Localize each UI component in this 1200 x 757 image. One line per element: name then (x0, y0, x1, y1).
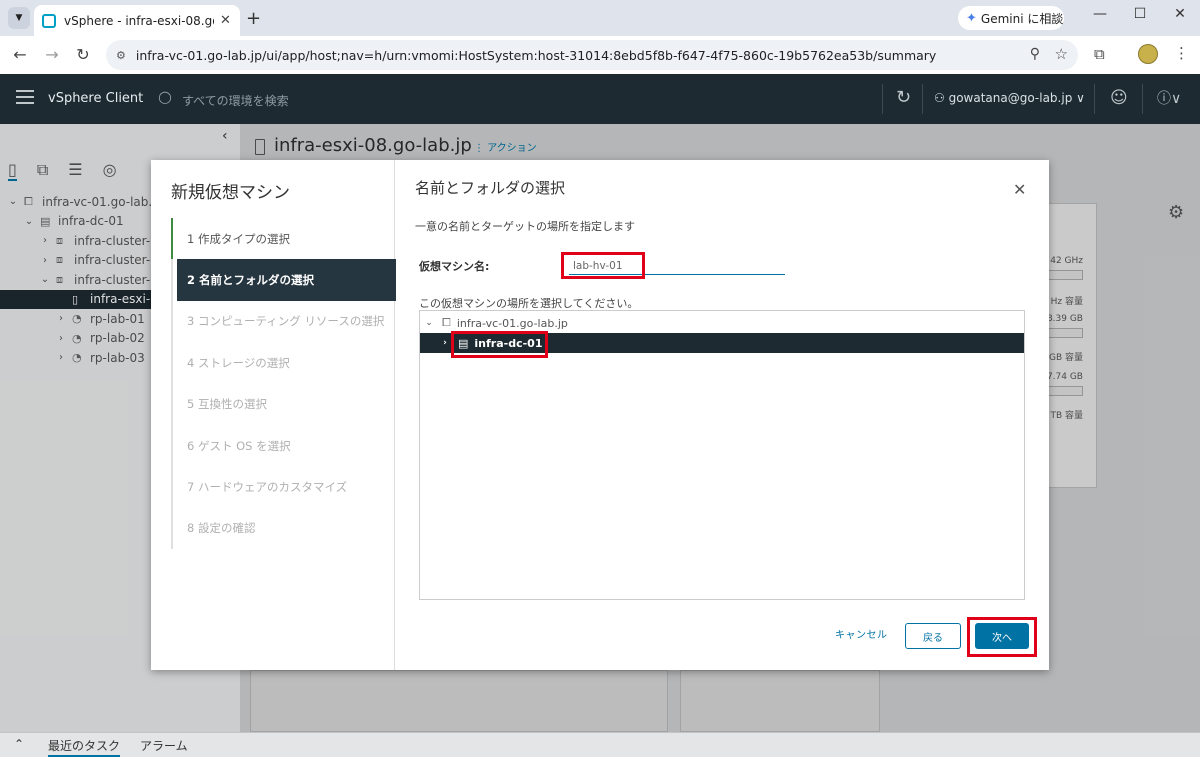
user-menu[interactable]: ⚇ gowatana@go-lab.jp ∨ (934, 91, 1085, 105)
highlight-box (967, 617, 1037, 657)
header-divider (882, 84, 883, 114)
maximize-icon[interactable]: ☐ (1130, 6, 1150, 22)
refresh-icon[interactable]: ↻ (896, 87, 911, 108)
user-name: gowatana@go-lab.jp ∨ (948, 91, 1085, 105)
location-label: この仮想マシンの場所を選択してください。 (419, 297, 639, 310)
window-close-icon[interactable]: ✕ (1170, 6, 1190, 22)
back-button[interactable]: 戻る (905, 623, 961, 649)
forward-arrow-icon[interactable]: → (42, 45, 62, 64)
new-vm-wizard-dialog: 新規仮想マシン 1 作成タイプの選択 2 名前とフォルダの選択 3 コンピューティン… (151, 160, 1049, 670)
reload-icon[interactable]: ↻ (73, 45, 93, 64)
new-tab-button[interactable]: + (246, 8, 261, 29)
vsphere-favicon-icon (42, 13, 56, 28)
wizard-step-1[interactable]: 1 作成タイプの選択 (171, 218, 395, 260)
tab-title: vSphere - infra-esxi-08.go-lab.jp (64, 13, 214, 28)
global-search-input[interactable]: すべての環境を検索 (182, 92, 289, 109)
search-icon[interactable]: ○ (158, 87, 172, 106)
bookmark-star-icon[interactable]: ☆ (1055, 45, 1068, 63)
tab-alarms[interactable]: アラーム (140, 737, 188, 754)
step-title: 名前とフォルダの選択 (415, 179, 566, 197)
address-bar: ← → ↻ ⚙ infra-vc-01.go-lab.jp/ui/app/hos… (0, 36, 1200, 74)
app-brand: vSphere Client (48, 91, 144, 106)
gemini-label: Gemini に相談 (980, 11, 1064, 26)
location-node-label: infra-vc-01.go-lab.jp (456, 316, 568, 330)
gemini-sparkle-icon: ✦ (966, 10, 977, 26)
vcenter-icon: ⧠ (442, 316, 451, 329)
profile-avatar[interactable] (1138, 44, 1158, 64)
tab-search-chevron-icon[interactable]: ▼ (8, 7, 30, 29)
gemini-button[interactable]: ✦ Gemini に相談 (958, 6, 1064, 30)
site-info-icon[interactable]: ⚙ (116, 49, 126, 62)
step-description: 一意の名前とターゲットの場所を指定します (415, 220, 635, 233)
tab-recent-tasks[interactable]: 最近のタスク (48, 737, 121, 757)
highlight-box (561, 252, 645, 279)
tab-close-icon[interactable]: ✕ (220, 13, 231, 28)
extensions-icon[interactable]: ⧉ (1094, 45, 1105, 63)
chevron-right-icon[interactable]: › (440, 338, 450, 348)
vsphere-header: vSphere Client ○ すべての環境を検索 ↻ ⚇ gowatana@… (0, 74, 1200, 124)
wizard-content: 名前とフォルダの選択 ✕ 一意の名前とターゲットの場所を指定します 仮想マシン名… (395, 160, 1049, 670)
zoom-icon[interactable]: ⚲ (1030, 46, 1040, 62)
hamburger-menu-icon[interactable] (16, 90, 34, 104)
browser-tab[interactable]: vSphere - infra-esxi-08.go-lab.jp ✕ (34, 5, 240, 36)
back-arrow-icon[interactable]: ← (10, 45, 30, 64)
wizard-step-4: 4 ストレージの選択 (187, 355, 290, 370)
url-field[interactable]: ⚙ infra-vc-01.go-lab.jp/ui/app/host;nav=… (106, 40, 1078, 70)
chevron-down-icon[interactable]: ⌄ (424, 318, 434, 328)
url-text: infra-vc-01.go-lab.jp/ui/app/host;nav=h/… (135, 47, 937, 63)
header-divider (922, 84, 923, 114)
expand-up-icon[interactable]: ⌃ (14, 737, 24, 751)
bottom-bar: ⌃ 最近のタスク アラーム (0, 732, 1200, 757)
wizard-step-nav: 新規仮想マシン 1 作成タイプの選択 2 名前とフォルダの選択 3 コンピューティン… (151, 160, 396, 670)
location-tree-node[interactable]: ⌄ ⧠ infra-vc-01.go-lab.jp (420, 313, 1024, 333)
wizard-step-3: 3 コンピューティング リソースの選択 (187, 314, 385, 329)
feedback-smile-icon[interactable]: ☺ (1110, 88, 1128, 108)
close-icon[interactable]: ✕ (1013, 180, 1026, 199)
help-icon[interactable]: ⓘ∨ (1157, 88, 1181, 108)
header-divider (1142, 84, 1143, 114)
browser-menu-icon[interactable]: ⋮ (1174, 44, 1189, 62)
user-icon: ⚇ (934, 91, 949, 105)
wizard-step-2[interactable]: 2 名前とフォルダの選択 (177, 259, 396, 301)
cancel-button[interactable]: キャンセル (835, 626, 888, 641)
wizard-step-7: 7 ハードウェアのカスタマイズ (187, 480, 348, 495)
wizard-steps: 1 作成タイプの選択 2 名前とフォルダの選択 3 コンピューティング リソースの選… (171, 218, 396, 550)
browser-tab-bar: ▼ vSphere - infra-esxi-08.go-lab.jp ✕ + … (0, 0, 1200, 36)
minimize-icon[interactable]: — (1090, 6, 1110, 22)
wizard-step-5: 5 互換性の選択 (187, 397, 267, 412)
wizard-step-8: 8 設定の確認 (187, 521, 256, 536)
wizard-title: 新規仮想マシン (171, 183, 290, 203)
highlight-box (451, 331, 548, 358)
header-divider (1094, 84, 1095, 114)
vm-name-label: 仮想マシン名: (419, 260, 490, 273)
wizard-step-6: 6 ゲスト OS を選択 (187, 438, 291, 453)
